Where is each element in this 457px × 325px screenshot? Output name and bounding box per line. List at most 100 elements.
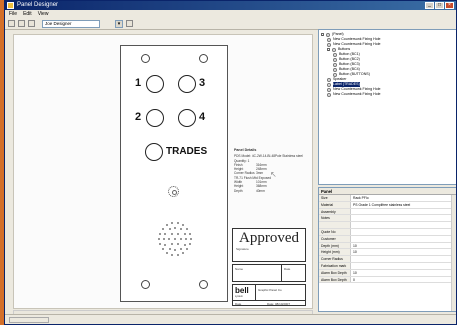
speaker-hole — [186, 227, 189, 230]
speaker-hole — [185, 238, 187, 240]
menu-view[interactable]: View — [38, 10, 49, 18]
speaker-hole — [158, 238, 160, 240]
property-row[interactable] — [319, 222, 456, 229]
settings-icon[interactable] — [126, 20, 133, 27]
property-value[interactable] — [351, 209, 456, 215]
print-icon[interactable] — [28, 20, 35, 27]
property-value[interactable] — [351, 222, 456, 228]
tree-item[interactable]: New Countersunk Fixing Hole — [321, 92, 455, 97]
component-node-icon — [327, 42, 331, 47]
property-value[interactable] — [351, 215, 456, 221]
speaker-hole — [174, 249, 176, 251]
property-row[interactable]: Assembly — [319, 208, 456, 216]
component-node-icon — [326, 32, 330, 37]
panel-faceplate[interactable]: 1 3 2 4 TRADES — [120, 45, 228, 302]
camera-icon[interactable] — [168, 186, 179, 197]
speaker-hole — [179, 228, 182, 231]
button-2[interactable] — [146, 109, 164, 127]
chevron-down-icon[interactable]: ▾ — [115, 19, 123, 28]
component-node-icon — [327, 37, 331, 42]
component-node-icon — [333, 52, 337, 57]
designer-combo[interactable]: Joe Designer — [42, 19, 100, 28]
property-row[interactable]: Quote No — [319, 228, 456, 236]
save-icon[interactable] — [18, 20, 25, 27]
component-node-icon — [327, 92, 331, 97]
property-value[interactable] — [351, 229, 456, 235]
speaker-hole — [163, 238, 165, 240]
details-row: Depth 40mm — [234, 188, 265, 193]
property-value[interactable] — [351, 263, 456, 269]
button-3[interactable] — [178, 75, 196, 93]
name-label: Name — [235, 267, 244, 271]
property-row[interactable]: Size Rack PFlo — [319, 195, 456, 202]
tree-expander-icon[interactable]: - — [321, 33, 324, 37]
property-value[interactable]: Rack PFlo — [351, 195, 456, 201]
property-value[interactable] — [351, 236, 456, 242]
property-row[interactable]: Height (mm) 10 — [319, 249, 456, 257]
title-bar: Panel Designer _ □ × — [5, 1, 456, 10]
component-node-icon — [327, 87, 331, 92]
logo-subtitle: system — [235, 295, 243, 298]
fixing-hole[interactable] — [199, 54, 208, 63]
button-label-2: 2 — [135, 111, 142, 123]
speaker-hole — [182, 224, 184, 227]
button-1[interactable] — [146, 75, 164, 93]
property-value[interactable]: 10 — [351, 249, 456, 255]
property-value[interactable] — [351, 256, 456, 262]
new-icon[interactable] — [8, 20, 15, 27]
property-key: Alarm Box Depth — [319, 269, 351, 276]
stamp-title: Approved — [239, 230, 299, 246]
details-heading: Panel Details — [234, 148, 257, 152]
property-row[interactable]: Alarm Box Depth 0 — [319, 276, 456, 284]
speaker-grille[interactable] — [154, 218, 196, 260]
fixing-hole[interactable] — [141, 280, 150, 289]
button-label-4: 4 — [199, 111, 206, 123]
property-row[interactable]: Material PS Grade 1 Complifree stainless … — [319, 201, 456, 209]
button-trades[interactable] — [145, 143, 163, 161]
speaker-hole — [174, 238, 176, 240]
component-tree[interactable]: - (Panel) New Countersunk Fixing Hole New C… — [318, 29, 456, 185]
trades-label: TRADES — [166, 146, 208, 157]
property-value[interactable]: 0 — [351, 277, 456, 283]
property-row[interactable]: Depth (mm) 10 — [319, 242, 456, 250]
property-row[interactable]: Customer — [319, 235, 456, 243]
speaker-hole — [168, 247, 171, 250]
titleblock-date-value: Date: 08/10/2007 — [267, 302, 291, 306]
approved-stamp: Approved Signature — [232, 228, 306, 262]
property-row[interactable]: Notes — [319, 215, 456, 223]
property-value[interactable]: 10 — [351, 243, 456, 249]
property-row[interactable]: Fabrication mark — [319, 262, 456, 270]
properties-scrollbar[interactable] — [451, 195, 456, 311]
close-button[interactable]: × — [445, 2, 454, 9]
button-4[interactable] — [178, 109, 196, 127]
property-key: Fabrication mark — [319, 262, 351, 269]
property-value[interactable]: 10 — [351, 270, 456, 276]
property-row[interactable]: Alarm Box Depth 10 — [319, 269, 456, 277]
speaker-hole — [183, 232, 186, 235]
design-canvas[interactable]: 1 3 2 4 TRADES ↖ Panel Details PDS Model… — [13, 34, 313, 309]
menu-bar: File Edit View — [5, 10, 456, 18]
speaker-hole — [182, 251, 184, 254]
minimize-button[interactable]: _ — [425, 2, 434, 9]
titleblock-date-label: Date — [235, 302, 242, 306]
speaker-hole — [166, 224, 168, 227]
tree-expander-icon[interactable]: - — [327, 48, 330, 52]
stamp-signature-label: Signature — [236, 247, 249, 251]
fixing-hole[interactable] — [199, 280, 208, 289]
details-line: PDS Model: 4C-2W-14-BI-48Pole Stainless … — [234, 154, 303, 159]
speaker-hole — [189, 243, 192, 246]
property-key: Size — [319, 195, 351, 201]
speaker-hole — [179, 247, 182, 250]
signature-box: Name Date — [232, 264, 306, 282]
fixing-hole[interactable] — [141, 54, 150, 63]
menu-edit[interactable]: Edit — [23, 10, 32, 18]
speaker-hole — [174, 227, 176, 229]
property-row[interactable]: Corner Radius — [319, 256, 456, 263]
menu-file[interactable]: File — [9, 10, 17, 18]
speaker-hole — [164, 232, 167, 235]
component-node-icon — [333, 72, 337, 77]
maximize-button[interactable]: □ — [435, 2, 444, 9]
property-value[interactable]: PS Grade 1 Complifree stainless steel — [351, 202, 456, 208]
title-block: bell system Graphic Panel Co Date Date: … — [232, 284, 306, 306]
properties-grid[interactable]: Panel Size Rack PFlo Material PS Grade 1 Co… — [318, 187, 456, 312]
